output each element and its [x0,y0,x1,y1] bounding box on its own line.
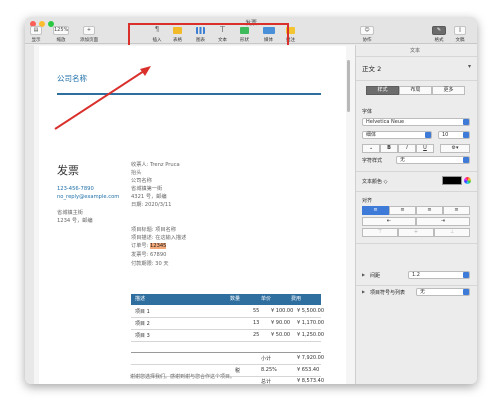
chevron-down-icon [463,272,469,278]
divider [356,191,477,192]
color-wheel-icon[interactable] [464,177,471,184]
spacing-value: 1.2 [412,272,420,278]
italic-button[interactable]: I [398,144,416,153]
tab-style[interactable]: 样式 [366,86,399,95]
char-style-label: 字符样式 [362,158,383,164]
chevron-down-icon [463,119,469,125]
stepper-icon [463,132,469,138]
arrow-head [140,66,151,76]
align-center-button[interactable]: ≡ [389,206,416,215]
font-size-value: 10 [442,132,449,138]
divider [356,56,477,57]
font-weight-value: 细体 [366,132,377,138]
divider [356,285,477,286]
decrease-indent-button[interactable]: ⇤ [362,217,416,226]
chevron-down-icon [425,132,431,138]
underline-button[interactable]: U [416,144,434,153]
gear-icon[interactable]: ⚙▾ [440,144,470,153]
font-family-value: Helvetica Neue [366,119,405,125]
bold-button[interactable]: B [380,144,398,153]
text-color-label: 文本颜色 ◇ [362,179,388,185]
valign-middle-button[interactable]: + [398,228,434,237]
valign-top-button[interactable]: ⊤ [362,228,398,237]
spacing-select[interactable]: 1.2 [408,271,470,279]
tab-layout[interactable]: 布局 [399,86,432,95]
spacing-label: 间距 [370,273,381,279]
alignment-label: 对齐 [362,198,373,204]
valign-bottom-button[interactable]: ⊥ [434,228,470,237]
divider [356,80,477,81]
bullets-label: 项目符号与列表 [370,290,406,296]
text-color-well[interactable] [442,176,462,185]
disclosure-triangle-icon[interactable]: ▶ [362,272,365,277]
chevron-down-icon [463,289,469,295]
chevron-down-icon [463,157,469,163]
paragraph-style-name[interactable]: 正文 2 [362,63,381,73]
divider [356,171,477,172]
format-inspector: 文本 正文 2 ▾ 样式 布局 更多 字体 Helvetica Neue 细体 … [355,45,477,384]
font-size-stepper[interactable]: 10 [438,131,470,139]
chevron-down-icon[interactable]: ▾ [468,63,471,70]
align-right-button[interactable]: ≡ [416,206,443,215]
font-label: 字体 [362,109,373,115]
char-style-value: 无 [400,157,406,163]
bullets-value: 无 [420,289,426,295]
font-weight-select[interactable]: 细体 [362,131,432,139]
align-left-button[interactable]: ≡ [362,206,389,215]
justify-button[interactable]: ≡ [443,206,470,215]
font-family-select[interactable]: Helvetica Neue [362,118,470,126]
panel-heading: 文本 [410,48,421,54]
tab-more[interactable]: 更多 [432,86,465,95]
arrow-shaft [54,68,148,130]
disclosure-triangle-icon[interactable]: ▶ [362,289,365,294]
char-style-select[interactable]: 无 [396,156,470,164]
increase-indent-button[interactable]: ⇥ [416,217,470,226]
divider [356,243,477,244]
text-options-button[interactable]: • [362,144,380,153]
vertical-scrollbar[interactable] [347,60,350,112]
bullets-select[interactable]: 无 [416,288,470,296]
app-window: 发票 ▤ 显示 125% 缩放 + 添加页面 ¶ 插入 表格 图表 T 文本 形… [25,17,477,384]
